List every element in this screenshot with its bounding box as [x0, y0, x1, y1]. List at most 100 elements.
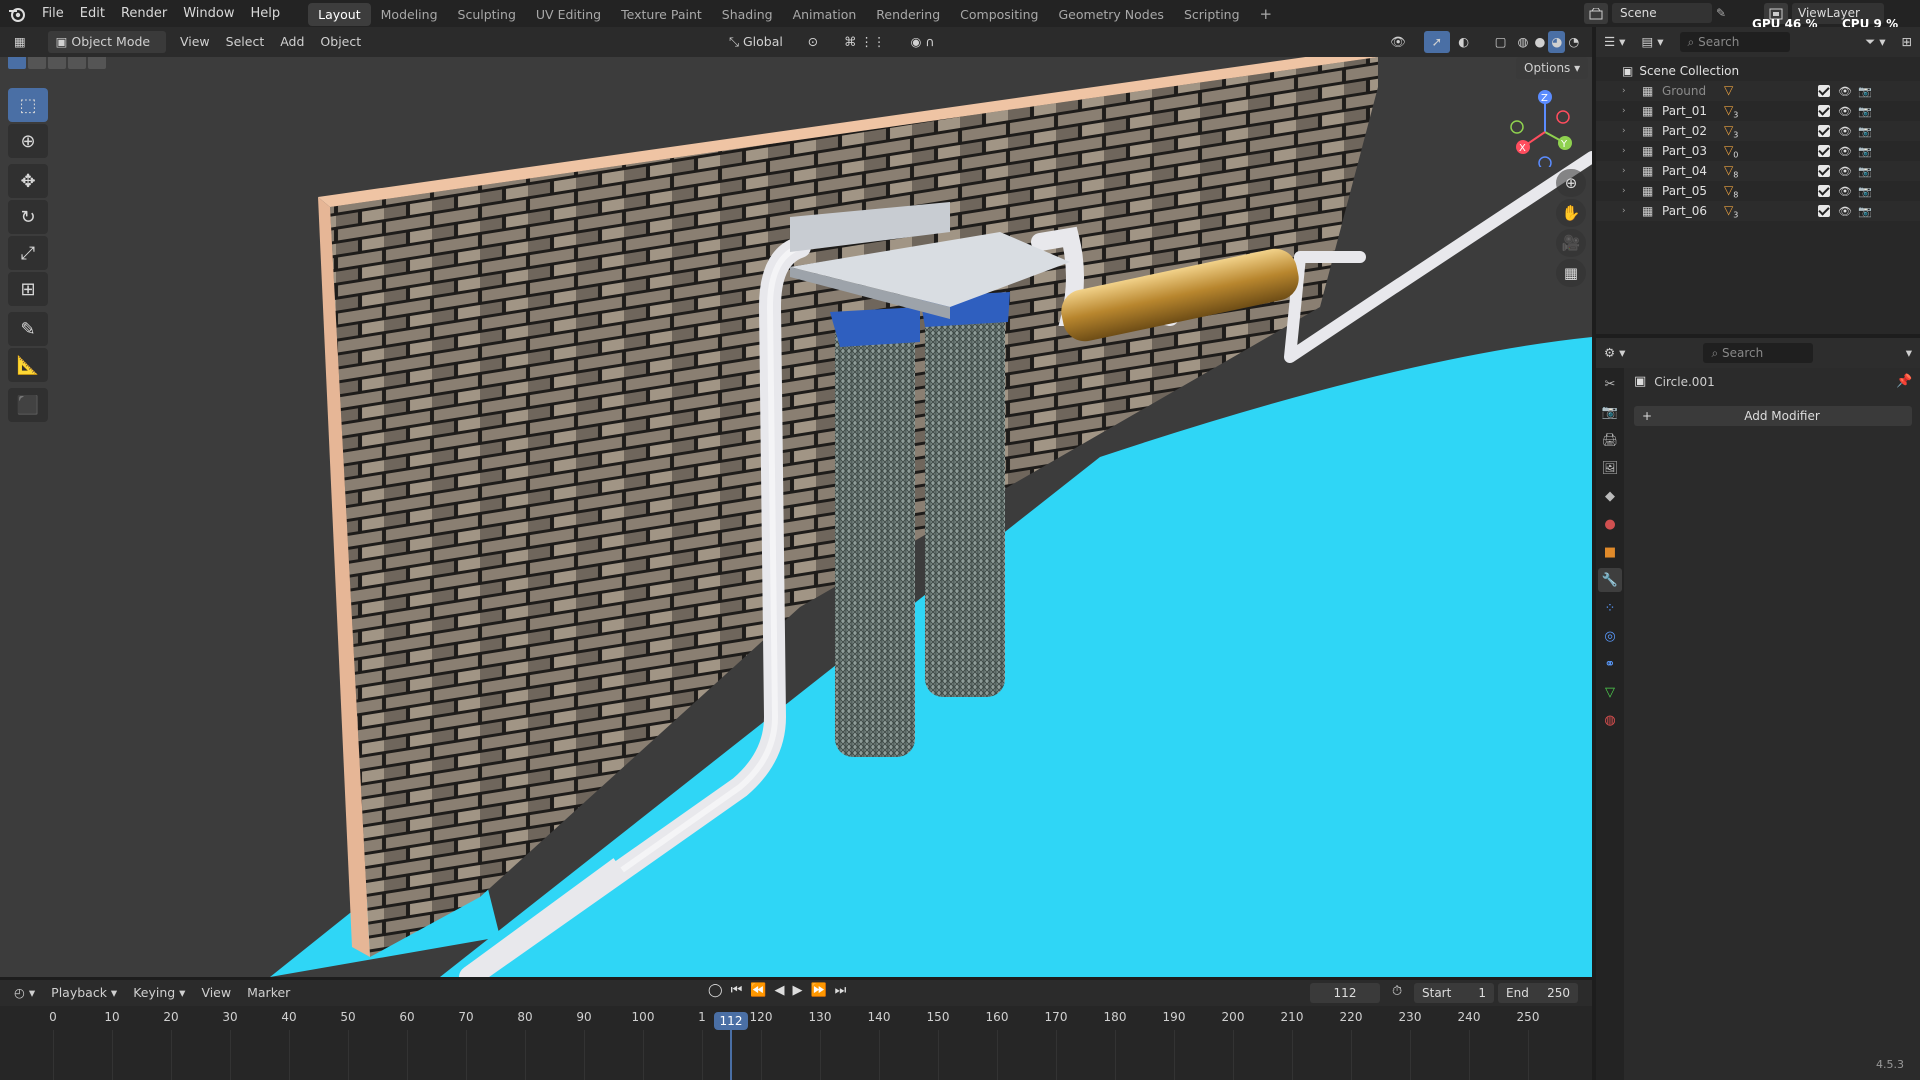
stopwatch-icon[interactable]: ⏱: [1392, 984, 1402, 999]
select-invert-icon[interactable]: [68, 57, 86, 69]
outliner-editor-type-icon[interactable]: ☰ ▾: [1596, 31, 1633, 53]
scene-icon[interactable]: [1584, 3, 1608, 24]
outliner-item[interactable]: › ▦ Part_01 ▽3 👁 📷: [1596, 101, 1920, 121]
add-cube-icon[interactable]: ⬛: [8, 388, 48, 422]
exclude-checkbox[interactable]: [1818, 145, 1830, 157]
tab-layout[interactable]: Layout: [308, 3, 371, 26]
3d-viewport[interactable]: Options ▾ Z Y X ⊕ ✋ 🎥 ▦: [0, 57, 1592, 977]
properties-search-input[interactable]: ⌕ Search: [1703, 343, 1814, 363]
select-subtract-icon[interactable]: [48, 57, 66, 69]
cursor-icon[interactable]: ⊕: [8, 124, 48, 158]
expand-arrow-icon[interactable]: ›: [1622, 166, 1626, 176]
menu-window[interactable]: Window: [175, 0, 242, 27]
tab-modeling[interactable]: Modeling: [371, 3, 448, 26]
outliner-item[interactable]: › ▦ Part_05 ▽8 👁 📷: [1596, 181, 1920, 201]
exclude-checkbox[interactable]: [1818, 165, 1830, 177]
scene-tab-icon[interactable]: ◆: [1598, 484, 1622, 508]
data-tab-icon[interactable]: ▽: [1598, 680, 1622, 704]
tab-scripting[interactable]: Scripting: [1174, 3, 1250, 26]
options-dropdown[interactable]: Options ▾: [1516, 57, 1589, 79]
expand-arrow-icon[interactable]: ›: [1622, 126, 1626, 136]
overlays-icon[interactable]: ◐ ▾: [1450, 31, 1487, 71]
outliner-item[interactable]: › ▦ Part_04 ▽8 👁 📷: [1596, 161, 1920, 181]
blender-logo-icon[interactable]: [0, 0, 34, 27]
gizmo-toggle-icon[interactable]: ➚: [1423, 31, 1451, 53]
jump-end-icon[interactable]: ⏭: [835, 983, 847, 998]
menu-edit[interactable]: Edit: [72, 0, 113, 27]
eye-icon[interactable]: 👁: [1838, 185, 1852, 198]
play-icon[interactable]: ▶: [792, 983, 802, 998]
select-intersect-icon[interactable]: [88, 57, 106, 69]
outliner-item[interactable]: › ▦ Part_03 ▽0 👁 📷: [1596, 141, 1920, 161]
outliner-item[interactable]: › ▦ Part_06 ▽3 👁 📷: [1596, 201, 1920, 221]
transform-icon[interactable]: ⊞: [8, 272, 48, 306]
view-layer-tab-icon[interactable]: 🖼: [1598, 456, 1622, 480]
jump-keyframe-back-icon[interactable]: ⏪: [750, 983, 766, 998]
menu-add[interactable]: Add: [272, 31, 312, 53]
tab-shading[interactable]: Shading: [712, 3, 783, 26]
particles-tab-icon[interactable]: ⁘: [1598, 596, 1622, 620]
material-shading-icon[interactable]: ◕: [1548, 31, 1566, 53]
expand-arrow-icon[interactable]: ›: [1622, 86, 1626, 96]
pin-icon[interactable]: ✎: [1716, 6, 1726, 20]
camera-render-icon[interactable]: 📷: [1858, 85, 1872, 98]
pan-hand-icon[interactable]: ✋: [1556, 199, 1586, 227]
jump-keyframe-forward-icon[interactable]: ⏩: [810, 983, 826, 998]
select-new-icon[interactable]: [8, 57, 26, 69]
camera-render-icon[interactable]: 📷: [1858, 145, 1872, 158]
physics-tab-icon[interactable]: ◎: [1598, 624, 1622, 648]
outliner-item[interactable]: › ▦ Part_02 ▽3 👁 📷: [1596, 121, 1920, 141]
object-tab-icon[interactable]: ■: [1598, 540, 1622, 564]
expand-arrow-icon[interactable]: ›: [1622, 146, 1626, 156]
tool-tab-icon[interactable]: ✂: [1598, 372, 1622, 396]
select-box-icon[interactable]: ⬚: [8, 88, 48, 122]
menu-help[interactable]: Help: [243, 0, 289, 27]
tab-rendering[interactable]: Rendering: [866, 3, 950, 26]
rendered-shading-icon[interactable]: ◔ ▾: [1565, 31, 1592, 71]
scale-icon[interactable]: ⤢: [8, 236, 48, 270]
timeline-editor-type-icon[interactable]: ◴ ▾: [6, 982, 43, 1004]
auto-key-icon[interactable]: ◯: [708, 983, 723, 998]
filter-icon[interactable]: ⏷ ▾: [1857, 31, 1893, 53]
end-frame-field[interactable]: End 250: [1498, 983, 1578, 1003]
menu-render[interactable]: Render: [113, 0, 175, 27]
visibility-icon[interactable]: 👁 ▾: [1382, 31, 1424, 71]
transform-orientation-dropdown[interactable]: ⤡ Global ▾: [721, 31, 800, 71]
add-workspace-button[interactable]: +: [1250, 3, 1283, 26]
object-mode-dropdown[interactable]: ▣ Object Mode ▾: [47, 31, 166, 71]
timeline-ruler[interactable]: 0 10 20 30 40 50 60 70 80 90 100 1 120 130 140 150 160 17…: [0, 1006, 1592, 1080]
menu-file[interactable]: File: [34, 0, 72, 27]
tab-geometry-nodes[interactable]: Geometry Nodes: [1049, 3, 1174, 26]
measure-icon[interactable]: 📐: [8, 348, 48, 382]
move-icon[interactable]: ✥: [8, 164, 48, 198]
properties-options-icon[interactable]: ▾: [1898, 342, 1920, 364]
playhead-label[interactable]: 112: [714, 1012, 748, 1030]
output-tab-icon[interactable]: 🖨: [1598, 428, 1622, 452]
pivot-point-icon[interactable]: ⊙ ▾: [800, 31, 836, 71]
expand-arrow-icon[interactable]: ›: [1622, 106, 1626, 116]
menu-view[interactable]: View: [172, 31, 218, 53]
scene-name-field[interactable]: Scene: [1612, 3, 1712, 23]
camera-render-icon[interactable]: 📷: [1858, 165, 1872, 178]
tab-compositing[interactable]: Compositing: [950, 3, 1048, 26]
orthographic-toggle-icon[interactable]: ▦: [1556, 259, 1586, 287]
tab-sculpting[interactable]: Sculpting: [448, 3, 526, 26]
world-tab-icon[interactable]: ●: [1598, 512, 1622, 536]
properties-editor-type-icon[interactable]: ⚙ ▾: [1596, 342, 1633, 364]
play-reverse-icon[interactable]: ◀: [774, 983, 784, 998]
material-tab-icon[interactable]: ◍: [1598, 708, 1622, 732]
menu-select[interactable]: Select: [218, 31, 273, 53]
jump-start-icon[interactable]: ⏮: [731, 983, 743, 998]
eye-icon[interactable]: 👁: [1838, 205, 1852, 218]
proportional-editing-icon[interactable]: ◉ ∩ ▾: [903, 31, 953, 71]
outliner-item[interactable]: › ▦ Ground ▽ 👁 📷: [1596, 81, 1920, 101]
select-extend-icon[interactable]: [28, 57, 46, 69]
constraints-tab-icon[interactable]: ⚭: [1598, 652, 1622, 676]
editor-type-button[interactable]: ▦ ▾: [6, 31, 44, 71]
eye-icon[interactable]: 👁: [1838, 145, 1852, 158]
tab-uv-editing[interactable]: UV Editing: [526, 3, 611, 26]
exclude-checkbox[interactable]: [1818, 185, 1830, 197]
add-modifier-button[interactable]: + Add Modifier: [1634, 406, 1912, 426]
eye-icon[interactable]: 👁: [1838, 85, 1852, 98]
pin-object-icon[interactable]: 📌: [1896, 374, 1912, 389]
